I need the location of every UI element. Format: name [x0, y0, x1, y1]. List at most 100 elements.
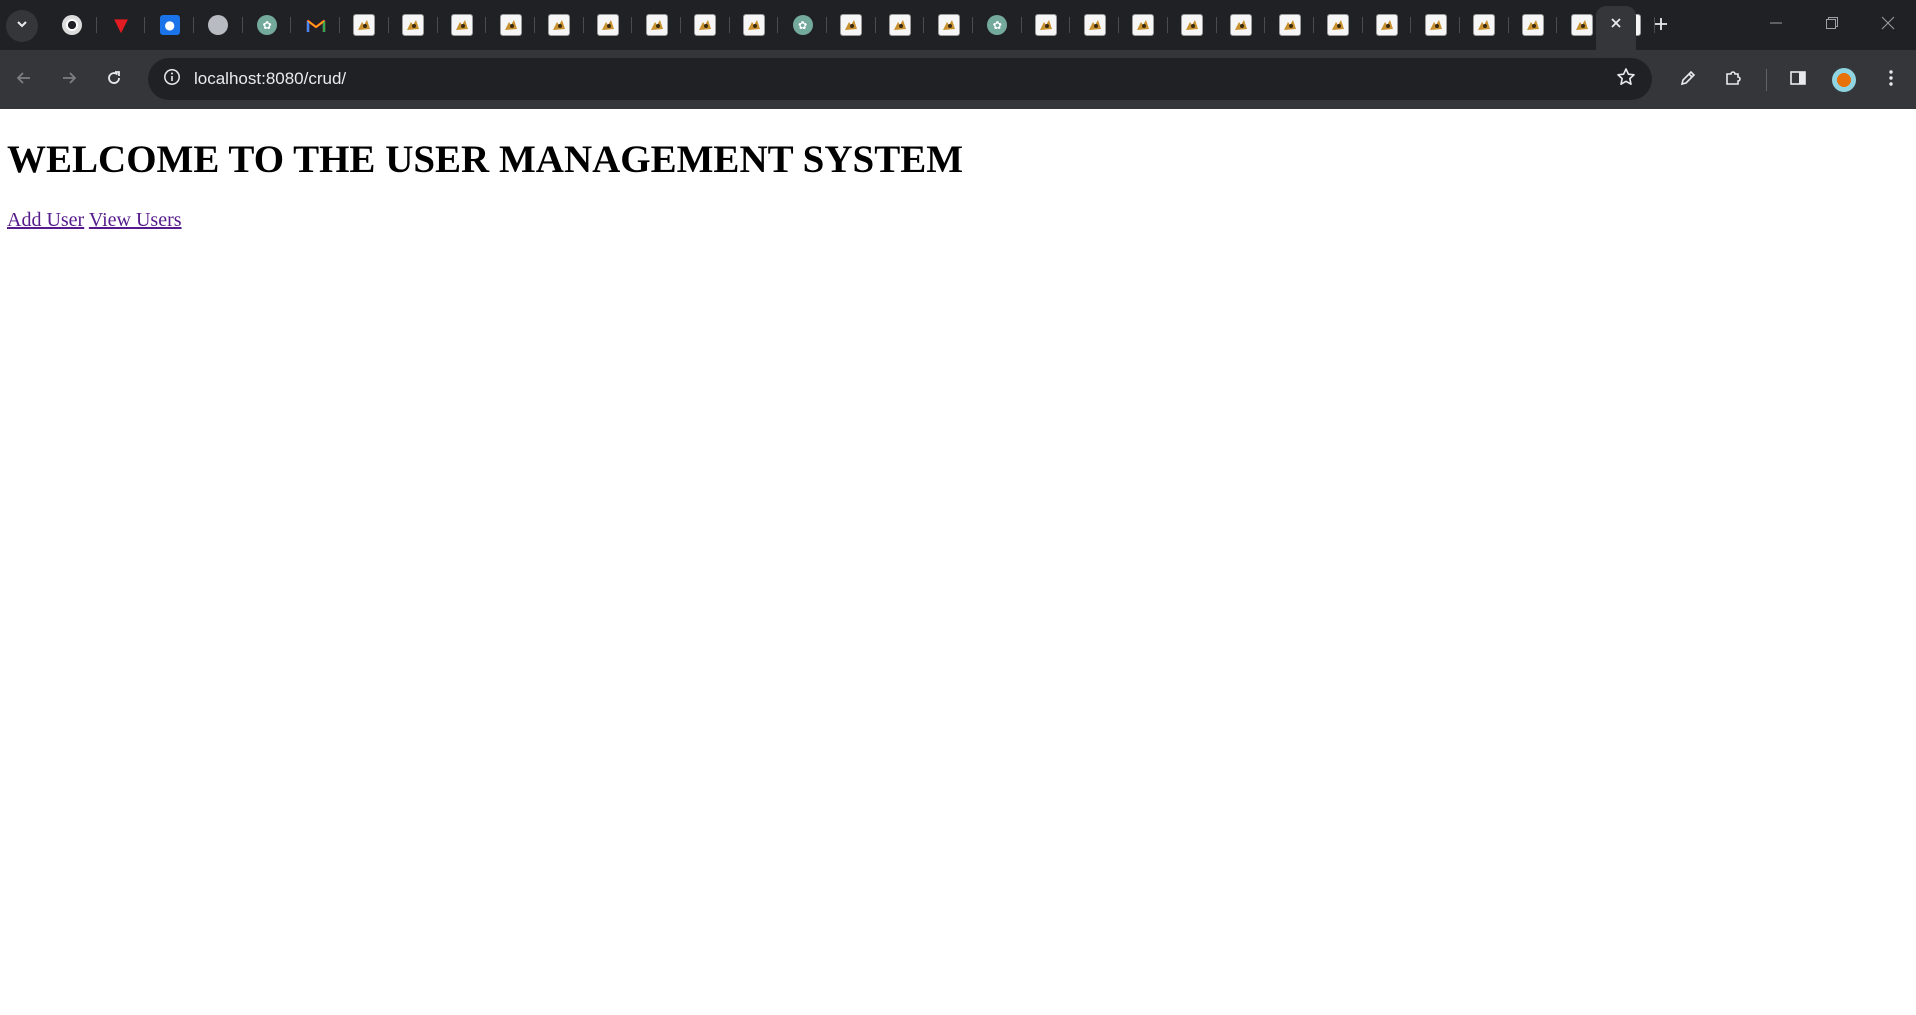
cat-sticker-icon: [1132, 14, 1155, 36]
tab[interactable]: ✿: [243, 6, 292, 44]
site-info-button[interactable]: [156, 63, 188, 95]
cat-sticker-icon: [1521, 14, 1544, 36]
tab[interactable]: [876, 6, 925, 44]
tab[interactable]: [1509, 6, 1558, 44]
chatgpt-icon: ✿: [792, 15, 813, 35]
info-icon: [163, 68, 181, 91]
tab-strip: ▼ ● ✿ ✿ ✿: [0, 0, 1916, 50]
cat-sticker-icon: [1278, 14, 1301, 36]
tab[interactable]: [291, 6, 340, 44]
avatar: [1832, 68, 1856, 92]
cat-sticker-icon: [1570, 14, 1593, 36]
tab[interactable]: [389, 6, 438, 44]
tab[interactable]: [438, 6, 487, 44]
puzzle-icon: [1723, 68, 1743, 93]
back-button[interactable]: [7, 63, 41, 97]
cat-sticker-icon: [1327, 14, 1350, 36]
arrow-left-icon: [15, 69, 33, 92]
gmail-icon: [306, 15, 326, 35]
address-bar[interactable]: localhost:8080/crud/: [148, 58, 1652, 100]
restore-button[interactable]: [1804, 0, 1860, 50]
minimize-button[interactable]: [1748, 0, 1804, 50]
tab[interactable]: [1411, 6, 1460, 44]
forward-button[interactable]: [52, 63, 86, 97]
cat-sticker-icon: [353, 14, 376, 36]
close-icon[interactable]: [1609, 16, 1623, 35]
tab[interactable]: [1363, 6, 1412, 44]
tab[interactable]: [486, 6, 535, 44]
window-close-button[interactable]: [1860, 0, 1916, 50]
cat-sticker-icon: [596, 14, 619, 36]
chatgpt-icon: ✿: [257, 15, 278, 35]
tab[interactable]: ✿: [778, 6, 827, 44]
side-panel-button[interactable]: [1781, 63, 1815, 97]
tab[interactable]: [1119, 6, 1168, 44]
star-icon: [1616, 67, 1636, 92]
tab[interactable]: [48, 6, 97, 44]
tab-active[interactable]: [1596, 6, 1636, 50]
browser-chrome: ▼ ● ✿ ✿ ✿ localhost:8080/crud/: [0, 0, 1916, 109]
extensions-button[interactable]: [1716, 63, 1750, 97]
pen-extension-button[interactable]: [1671, 63, 1705, 97]
tab[interactable]: [1168, 6, 1217, 44]
tab-list: ▼ ● ✿ ✿ ✿: [48, 6, 1655, 44]
cat-sticker-icon: [1083, 14, 1106, 36]
plus-icon: [1653, 16, 1669, 37]
restore-icon: [1825, 16, 1839, 35]
add-user-link[interactable]: Add User: [7, 209, 84, 231]
page-title: WELCOME TO THE USER MANAGEMENT SYSTEM: [7, 138, 964, 181]
page-content: WELCOME TO THE USER MANAGEMENT SYSTEM Ad…: [0, 109, 1916, 1015]
cat-sticker-icon: [1424, 14, 1447, 36]
tab[interactable]: [535, 6, 584, 44]
chrome-icon: [62, 15, 83, 35]
cat-sticker-icon: [499, 14, 522, 36]
tab[interactable]: [1314, 6, 1363, 44]
tab[interactable]: [1070, 6, 1119, 44]
cat-sticker-icon: [694, 14, 717, 36]
browser-toolbar: localhost:8080/crud/: [0, 50, 1916, 109]
reload-icon: [105, 69, 123, 92]
profile-button[interactable]: [1827, 63, 1861, 97]
tab[interactable]: [1217, 6, 1266, 44]
tab[interactable]: [632, 6, 681, 44]
chatgpt-icon: ✿: [987, 15, 1008, 35]
tab[interactable]: ✿: [973, 6, 1022, 44]
tab[interactable]: [1265, 6, 1314, 44]
tab[interactable]: ▼: [97, 6, 146, 44]
v-logo-icon: ▼: [114, 14, 128, 36]
tab[interactable]: [1460, 6, 1509, 44]
tab[interactable]: [681, 6, 730, 44]
cat-sticker-icon: [1375, 14, 1398, 36]
cat-sticker-icon: [840, 14, 863, 36]
tab[interactable]: [924, 6, 973, 44]
cat-sticker-icon: [1035, 14, 1058, 36]
arrow-right-icon: [60, 69, 78, 92]
new-tab-button[interactable]: [1647, 12, 1675, 40]
side-panel-icon: [1789, 69, 1807, 92]
menu-button[interactable]: [1874, 63, 1908, 97]
cat-sticker-icon: [450, 14, 473, 36]
cat-sticker-icon: [937, 14, 960, 36]
more-vertical-icon: [1888, 68, 1894, 93]
reload-button[interactable]: [97, 63, 131, 97]
tab[interactable]: [340, 6, 389, 44]
minimize-icon: [1769, 16, 1783, 35]
tab[interactable]: [730, 6, 779, 44]
cat-sticker-icon: [1473, 14, 1496, 36]
address-url[interactable]: localhost:8080/crud/: [194, 69, 346, 89]
tab[interactable]: [1022, 6, 1071, 44]
tab[interactable]: [584, 6, 633, 44]
contacts-icon: ●: [159, 15, 180, 35]
tab[interactable]: [827, 6, 876, 44]
cat-sticker-icon: [889, 14, 912, 36]
cat-sticker-icon: [1229, 14, 1252, 36]
tab[interactable]: [194, 6, 243, 44]
chevron-down-icon: [15, 17, 29, 36]
view-users-link[interactable]: View Users: [89, 209, 182, 231]
tab-search-button[interactable]: [6, 10, 38, 42]
toolbar-divider: [1766, 69, 1767, 91]
bookmark-button[interactable]: [1614, 67, 1638, 91]
cat-sticker-icon: [742, 14, 765, 36]
tab[interactable]: ●: [145, 6, 194, 44]
globe-icon: [208, 15, 229, 35]
